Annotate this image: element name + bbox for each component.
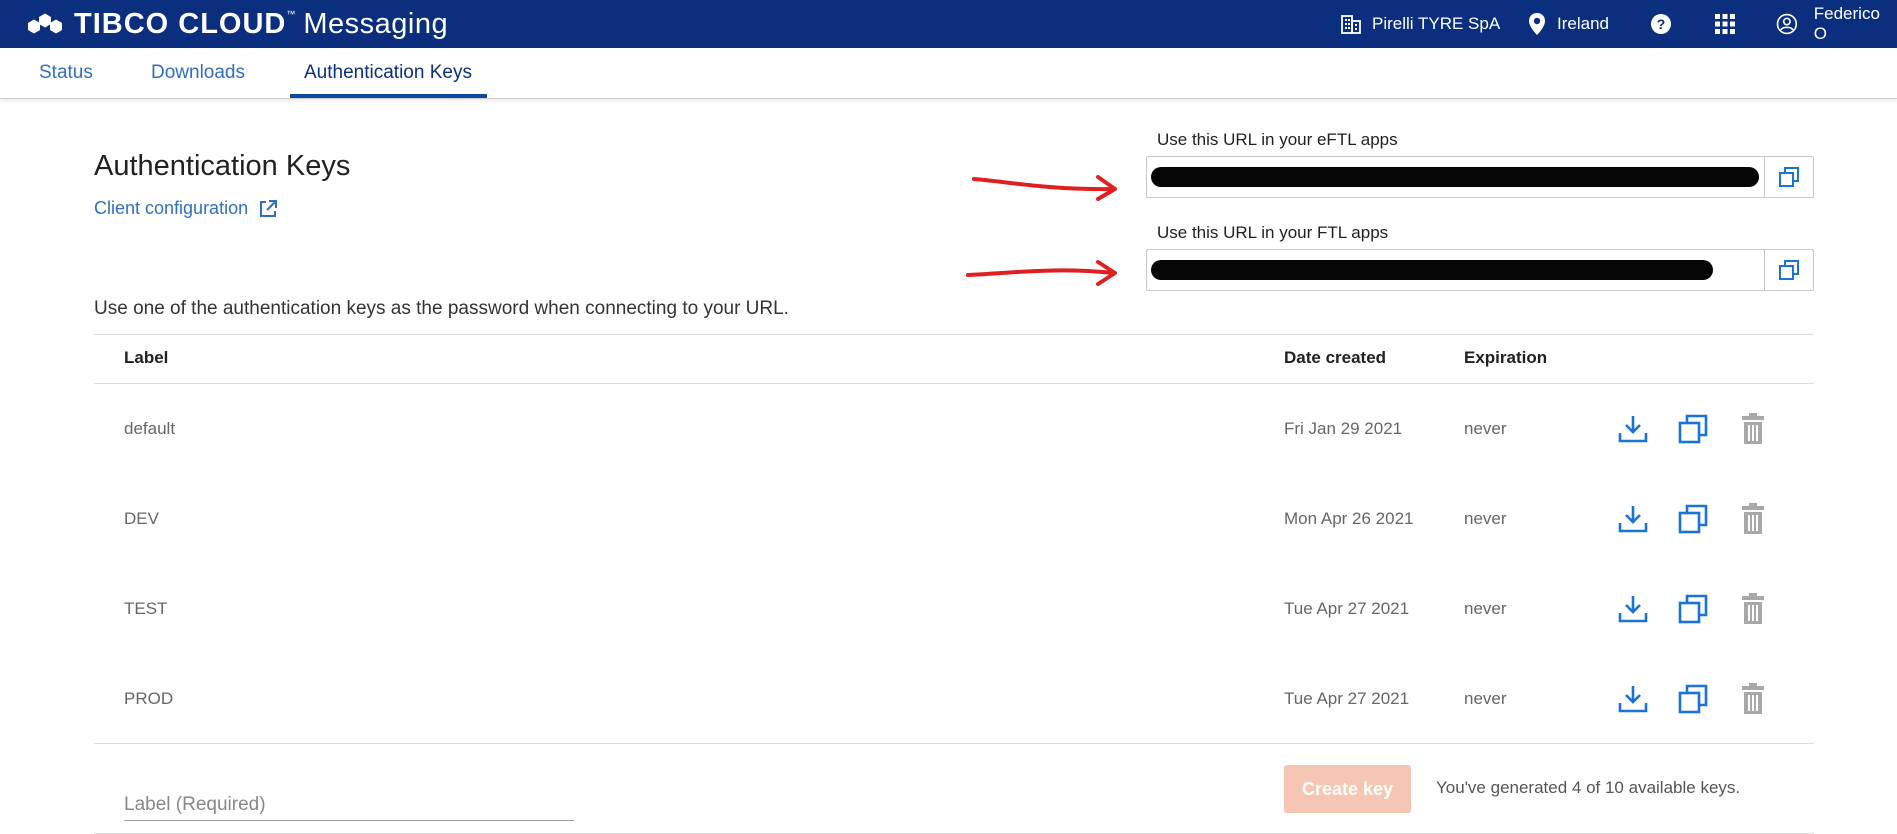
download-icon [1618, 686, 1648, 713]
annotation-arrow-icon [966, 260, 1117, 286]
table-row: TEST Tue Apr 27 2021 never [94, 564, 1814, 654]
download-key-button[interactable] [1615, 501, 1651, 537]
column-header-date-created: Date created [1284, 348, 1387, 367]
client-configuration-link[interactable]: Client configuration [94, 198, 278, 219]
trash-icon [1742, 593, 1764, 624]
copy-ftl-url-button[interactable] [1764, 250, 1813, 290]
eftl-url-field[interactable] [1146, 156, 1814, 198]
trash-icon [1742, 503, 1764, 534]
delete-key-button[interactable] [1735, 411, 1771, 447]
product-name: Messaging [303, 7, 449, 40]
brand-name: TIBCO CLOUD [74, 7, 287, 40]
copy-icon [1779, 260, 1799, 280]
active-tab-indicator [290, 94, 487, 98]
apps-grid-icon [1715, 14, 1735, 34]
copy-icon [1678, 414, 1708, 444]
key-date-created: Mon Apr 26 2021 [1284, 509, 1414, 528]
tab-status[interactable]: Status [39, 48, 93, 98]
download-key-button[interactable] [1615, 591, 1651, 627]
location-pin-icon [1529, 13, 1545, 35]
help-button[interactable]: ? [1650, 0, 1682, 48]
user-name: Federico O [1813, 4, 1880, 43]
key-expiration: never [1464, 419, 1507, 438]
tab-bar: Status Downloads Authentication Keys [0, 48, 1897, 99]
tibco-hexagons-icon [22, 9, 68, 39]
tab-downloads[interactable]: Downloads [151, 48, 245, 98]
page-title: Authentication Keys [94, 150, 351, 182]
column-header-label: Label [124, 348, 169, 367]
org-name: Pirelli TYRE SpA [1372, 14, 1501, 33]
key-date-created: Tue Apr 27 2021 [1284, 689, 1410, 708]
region-selector[interactable]: Ireland [1527, 0, 1609, 48]
download-icon [1618, 416, 1648, 443]
user-icon [1776, 13, 1798, 35]
apps-button[interactable] [1714, 0, 1746, 48]
download-icon [1618, 506, 1648, 533]
key-label: default [124, 419, 176, 438]
key-date-created: Tue Apr 27 2021 [1284, 599, 1410, 618]
delete-key-button[interactable] [1735, 501, 1771, 537]
external-link-icon [260, 199, 278, 217]
tab-authentication-keys[interactable]: Authentication Keys [304, 48, 472, 98]
org-selector[interactable]: Pirelli TYRE SpA [1340, 0, 1500, 48]
delete-key-button[interactable] [1735, 681, 1771, 717]
ftl-url-label: Use this URL in your FTL apps [1157, 223, 1389, 242]
redaction-mark [1151, 167, 1759, 187]
column-header-expiration: Expiration [1464, 348, 1548, 367]
copy-key-button[interactable] [1675, 411, 1711, 447]
copy-icon [1779, 167, 1799, 187]
delete-key-button[interactable] [1735, 591, 1771, 627]
copy-icon [1678, 594, 1708, 624]
key-label: PROD [124, 689, 174, 708]
key-label-input[interactable] [124, 790, 574, 821]
key-expiration: never [1464, 689, 1507, 708]
redaction-mark [1151, 260, 1713, 280]
top-bar: TIBCO CLOUD ™ Messaging Pirelli TYRE SpA… [0, 0, 1897, 48]
copy-key-button[interactable] [1675, 591, 1711, 627]
key-expiration: never [1464, 599, 1507, 618]
copy-icon [1678, 684, 1708, 714]
divider [94, 334, 1814, 335]
brand-trademark: ™ [286, 9, 296, 19]
brand-logo[interactable]: TIBCO CLOUD ™ Messaging [22, 6, 448, 42]
key-date-created: Fri Jan 29 2021 [1284, 419, 1403, 438]
divider [94, 743, 1814, 744]
key-expiration: never [1464, 509, 1507, 528]
copy-key-button[interactable] [1675, 681, 1711, 717]
client-configuration-label: Client configuration [94, 198, 249, 218]
trash-icon [1742, 413, 1764, 444]
svg-text:?: ? [1657, 16, 1666, 32]
region-name: Ireland [1557, 14, 1609, 33]
eftl-url-label: Use this URL in your eFTL apps [1157, 130, 1398, 149]
ftl-url-field[interactable] [1146, 249, 1814, 291]
help-icon: ? [1651, 14, 1671, 34]
key-label: DEV [124, 509, 159, 528]
download-icon [1618, 596, 1648, 623]
table-row: DEV Mon Apr 26 2021 never [94, 474, 1814, 564]
trash-icon [1742, 683, 1764, 714]
table-row: PROD Tue Apr 27 2021 never [94, 654, 1814, 744]
download-key-button[interactable] [1615, 681, 1651, 717]
copy-key-button[interactable] [1675, 501, 1711, 537]
user-menu[interactable]: Federico O [1776, 0, 1897, 48]
intro-text: Use one of the authentication keys as th… [94, 298, 789, 319]
copy-icon [1678, 504, 1708, 534]
create-key-button[interactable]: Create key [1284, 765, 1411, 813]
key-label: TEST [124, 599, 168, 618]
annotation-arrow-icon [972, 175, 1117, 201]
copy-eftl-url-button[interactable] [1764, 157, 1813, 197]
key-count-text: You've generated 4 of 10 available keys. [1436, 778, 1741, 797]
building-icon [1341, 15, 1361, 34]
download-key-button[interactable] [1615, 411, 1651, 447]
table-row: default Fri Jan 29 2021 never [94, 384, 1814, 474]
